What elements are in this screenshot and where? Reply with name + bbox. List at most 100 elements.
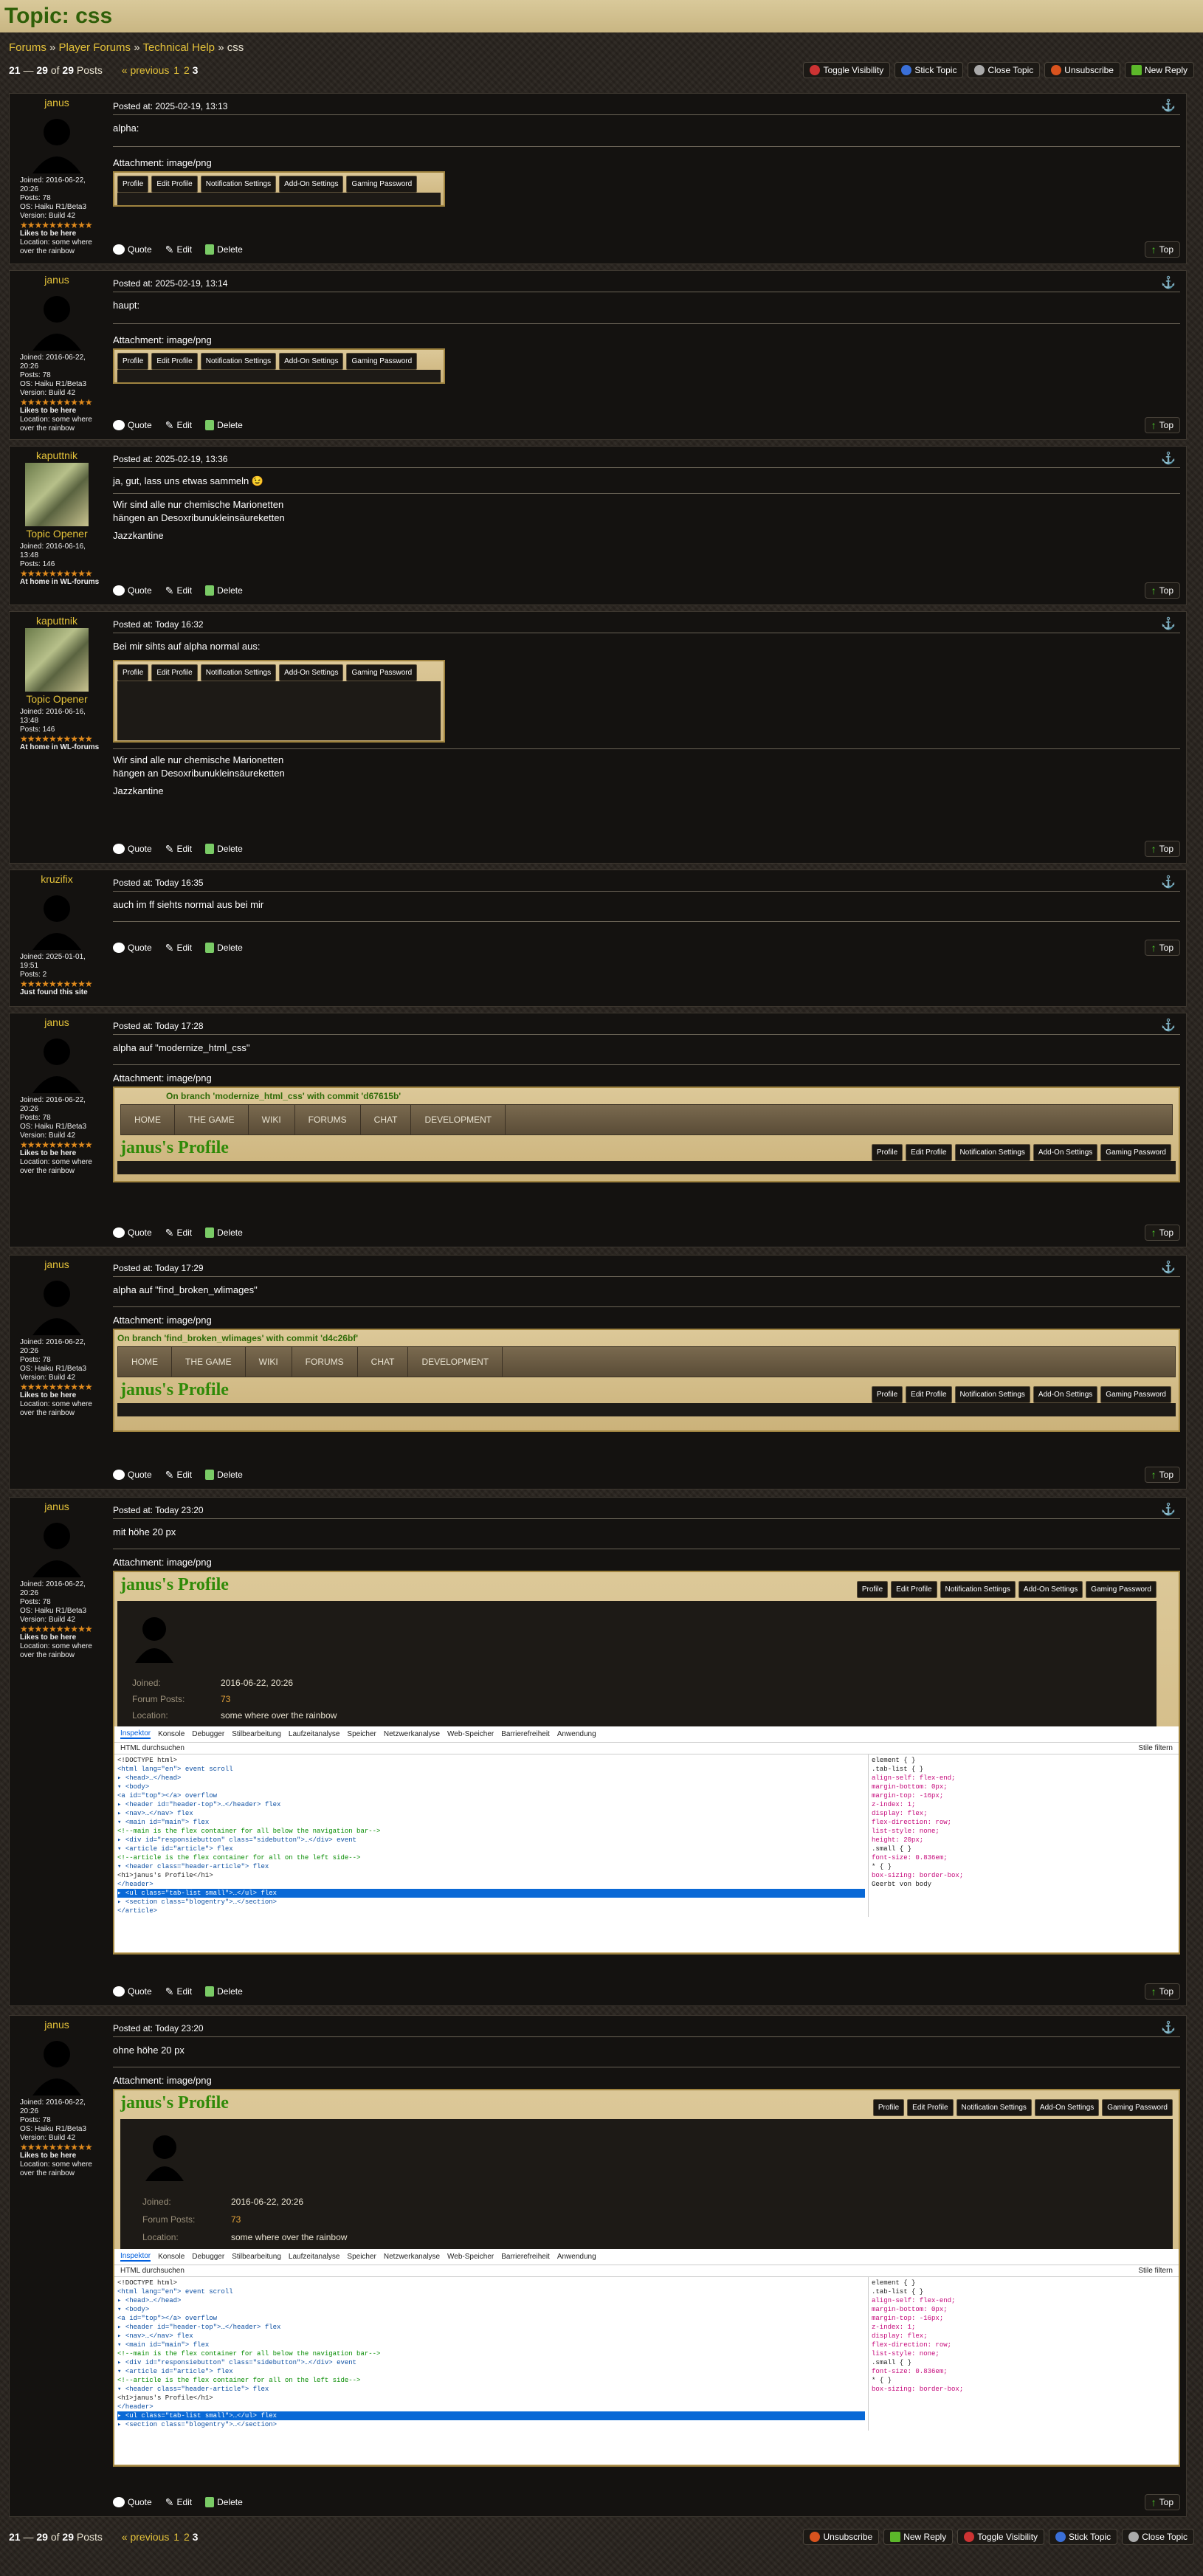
bottom-toolbar: 21 — 29 of 29 Posts « previous 1 2 3 Uns… — [0, 2524, 1203, 2549]
quote-button[interactable]: Quote — [113, 2497, 152, 2507]
top-button[interactable]: ↑ Top — [1144, 841, 1180, 857]
quote-button[interactable]: Quote — [113, 943, 152, 953]
post: janus Joined: 2016-06-22, 20:26 Posts: 78… — [9, 270, 1187, 440]
breadcrumb: Forums » Player Forums » Technical Help … — [9, 41, 244, 54]
close-topic-button[interactable]: Close Topic — [968, 62, 1041, 78]
top-button[interactable]: ↑ Top — [1144, 241, 1180, 258]
top-button[interactable]: ↑ Top — [1144, 940, 1180, 956]
edit-button[interactable]: ✎ Edit — [165, 843, 192, 855]
arrow-up-icon: ↑ — [1151, 244, 1157, 255]
anchor-icon[interactable]: ⚓ — [1161, 98, 1176, 113]
breadcrumb-technical-help[interactable]: Technical Help — [142, 41, 215, 54]
quote-button[interactable]: Quote — [113, 844, 152, 854]
author-name[interactable]: janus — [13, 1258, 101, 1270]
attachment-image[interactable]: Profile Edit Profile Notification Settings… — [113, 660, 445, 743]
attachment-image[interactable]: On branch 'find_broken_wlimages' with co… — [113, 1329, 1180, 1432]
quote-icon — [113, 1470, 125, 1480]
attachment-image[interactable]: janus's Profile Profile Edit Profile Notif… — [113, 2089, 1180, 2467]
top-button[interactable]: ↑ Top — [1144, 1983, 1180, 2000]
new-reply-button[interactable]: New Reply — [1124, 62, 1194, 78]
attachment-image[interactable]: Profile Edit Profile Notification Settings… — [113, 348, 445, 384]
edit-button[interactable]: ✎ Edit — [165, 585, 192, 597]
anchor-icon[interactable]: ⚓ — [1161, 1502, 1176, 1517]
delete-button[interactable]: Delete — [205, 1470, 243, 1480]
attachment-image[interactable]: On branch 'modernize_html_css' with comm… — [113, 1086, 1180, 1182]
top-button[interactable]: ↑ Top — [1144, 2494, 1180, 2510]
edit-button[interactable]: ✎ Edit — [165, 2496, 192, 2509]
delete-button[interactable]: Delete — [205, 244, 243, 255]
close-topic-button[interactable]: Close Topic — [1122, 2529, 1194, 2545]
new-reply-button[interactable]: New Reply — [883, 2529, 954, 2545]
edit-icon: ✎ — [165, 1226, 174, 1239]
toggle-visibility-button[interactable]: Toggle Visibility — [803, 62, 891, 78]
edit-button[interactable]: ✎ Edit — [165, 1227, 192, 1239]
author-name[interactable]: janus — [13, 2019, 101, 2031]
stick-topic-button[interactable]: Stick Topic — [895, 62, 964, 78]
quote-button[interactable]: Quote — [113, 1470, 152, 1480]
edit-button[interactable]: ✎ Edit — [165, 1469, 192, 1481]
quote-button[interactable]: Quote — [113, 244, 152, 255]
anchor-icon[interactable]: ⚓ — [1161, 1018, 1176, 1033]
anchor-icon[interactable]: ⚓ — [1161, 451, 1176, 466]
delete-button[interactable]: Delete — [205, 943, 243, 953]
anchor-icon[interactable]: ⚓ — [1161, 2020, 1176, 2035]
quote-button[interactable]: Quote — [113, 1227, 152, 1238]
top-button[interactable]: ↑ Top — [1144, 417, 1180, 433]
page-1-link[interactable]: 1 — [173, 2531, 179, 2543]
quote-button[interactable]: Quote — [113, 1986, 152, 1997]
author-name[interactable]: kaputtnik — [13, 450, 101, 461]
delete-button[interactable]: Delete — [205, 1986, 243, 1997]
edit-button[interactable]: ✎ Edit — [165, 1986, 192, 1998]
delete-button[interactable]: Delete — [205, 585, 243, 596]
previous-page-link[interactable]: « previous — [122, 64, 170, 76]
page-2-link[interactable]: 2 — [184, 64, 190, 76]
current-page: 3 — [192, 2531, 199, 2543]
anchor-icon[interactable]: ⚓ — [1161, 616, 1176, 631]
quote-button[interactable]: Quote — [113, 420, 152, 430]
author-name[interactable]: janus — [13, 1501, 101, 1512]
page-1-link[interactable]: 1 — [173, 64, 179, 76]
author-name[interactable]: kaputtnik — [13, 615, 101, 627]
author-name[interactable]: janus — [13, 274, 101, 286]
top-button[interactable]: ↑ Top — [1144, 1467, 1180, 1483]
previous-page-link[interactable]: « previous — [122, 2531, 170, 2543]
delete-button[interactable]: Delete — [205, 2497, 243, 2507]
post: janus Joined: 2016-06-22, 20:26 Posts: 78… — [9, 2015, 1187, 2517]
post: janus Joined: 2016-06-22, 20:26 Posts: 78… — [9, 1255, 1187, 1490]
attachment-image[interactable]: Profile Edit Profile Notification Settings… — [113, 171, 445, 207]
topic-actions: Toggle Visibility Stick Topic Close Topi… — [803, 62, 1194, 78]
edit-button[interactable]: ✎ Edit — [165, 244, 192, 256]
top-button[interactable]: ↑ Top — [1144, 582, 1180, 599]
page-title: Topic: css — [4, 4, 113, 28]
delete-button[interactable]: Delete — [205, 420, 243, 430]
quote-button[interactable]: Quote — [113, 585, 152, 596]
page-2-link[interactable]: 2 — [184, 2531, 190, 2543]
attachment-image[interactable]: janus's Profile Profile Edit Profile Notif… — [113, 1571, 1180, 1955]
anchor-icon[interactable]: ⚓ — [1161, 1260, 1176, 1275]
delete-icon — [205, 585, 215, 596]
unsubscribe-button[interactable]: Unsubscribe — [1044, 62, 1120, 78]
quote-icon — [113, 585, 125, 596]
edit-button[interactable]: ✎ Edit — [165, 419, 192, 432]
post-time: Posted at: Today 17:28 — [113, 1021, 204, 1031]
attachment-label: Attachment: image/png — [113, 157, 212, 168]
breadcrumb-player-forums[interactable]: Player Forums — [59, 41, 131, 54]
arrow-up-icon: ↑ — [1151, 1469, 1157, 1481]
stick-topic-button[interactable]: Stick Topic — [1049, 2529, 1118, 2545]
post-text: ohne höhe 20 px — [113, 2045, 185, 2056]
post: janus Joined: 2016-06-22, 20:26 Posts: 78… — [9, 1013, 1187, 1247]
author-name[interactable]: janus — [13, 97, 101, 109]
breadcrumb-forums[interactable]: Forums — [9, 41, 46, 54]
author-name[interactable]: kruzifix — [13, 873, 101, 885]
top-button[interactable]: ↑ Top — [1144, 1225, 1180, 1241]
unsubscribe-button[interactable]: Unsubscribe — [803, 2529, 880, 2545]
anchor-icon[interactable]: ⚓ — [1161, 275, 1176, 290]
delete-button[interactable]: Delete — [205, 844, 243, 854]
edit-button[interactable]: ✎ Edit — [165, 942, 192, 954]
anchor-icon[interactable]: ⚓ — [1161, 875, 1176, 889]
pagination: 21 — 29 of 29 Posts « previous 1 2 3 — [9, 64, 198, 76]
author-name[interactable]: janus — [13, 1016, 101, 1028]
avatar — [25, 287, 89, 351]
delete-button[interactable]: Delete — [205, 1227, 243, 1238]
toggle-visibility-button[interactable]: Toggle Visibility — [957, 2529, 1045, 2545]
